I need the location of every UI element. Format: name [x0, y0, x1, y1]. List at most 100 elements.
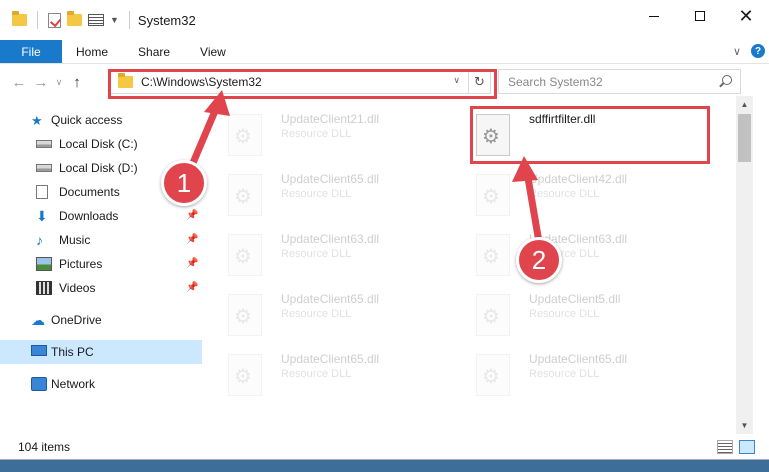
address-bar-highlight [108, 69, 497, 99]
file-item[interactable]: UpdateClient5.dll Resource DLL [466, 286, 706, 342]
tab-view[interactable]: View [185, 40, 241, 63]
vertical-scrollbar[interactable]: ▲ ▼ [736, 96, 753, 434]
pin-icon[interactable]: 📌 [186, 258, 198, 269]
sidebar-item-onedrive[interactable]: ☁ OneDrive [0, 308, 202, 332]
search-input[interactable]: Search System32 [498, 69, 741, 94]
toolbar-divider [128, 11, 130, 29]
pin-icon[interactable]: 📌 [186, 234, 198, 245]
maximize-button[interactable] [677, 0, 723, 32]
star-icon: ★ [31, 113, 43, 128]
forward-arrow-icon[interactable]: → [30, 74, 52, 91]
window-controls: ✕ [631, 0, 769, 32]
scroll-up-icon[interactable]: ▲ [736, 96, 753, 113]
file-item[interactable]: UpdateClient65.dll Resource DLL [218, 346, 458, 402]
file-type: Resource DLL [281, 368, 352, 380]
sidebar-item-network[interactable]: Network [0, 372, 202, 396]
scrollbar-thumb[interactable] [738, 114, 751, 162]
tab-file[interactable]: File [0, 40, 62, 63]
dll-file-icon [476, 234, 510, 276]
file-item[interactable]: UpdateClient65.dll Resource DLL [466, 346, 706, 402]
customize-toolbar-icon[interactable] [88, 14, 104, 26]
window-title: System32 [137, 12, 196, 28]
pin-icon[interactable]: 📌 [186, 282, 198, 293]
sidebar-item-label: This PC [51, 345, 94, 359]
toolbar-dropdown-icon[interactable]: ▼ [110, 15, 119, 25]
sidebar-item-label: Music [59, 233, 91, 247]
dll-file-icon [228, 354, 262, 396]
file-item[interactable]: UpdateClient21.dll Resource DLL [218, 106, 458, 162]
status-bar: 104 items [0, 436, 769, 458]
close-button[interactable]: ✕ [723, 0, 769, 32]
folder-icon [12, 11, 27, 26]
search-icon[interactable] [722, 75, 732, 85]
toolbar-divider [37, 11, 38, 29]
dll-file-icon [228, 114, 262, 156]
sidebar-item-videos[interactable]: Videos 📌 [0, 276, 202, 300]
file-name: UpdateClient65.dll [281, 292, 380, 306]
drive-icon [36, 140, 52, 148]
file-name: UpdateClient63.dll [281, 232, 380, 246]
computer-icon [31, 345, 47, 356]
view-switcher [717, 440, 755, 454]
file-item[interactable]: UpdateClient63.dll Resource DLL [218, 226, 458, 282]
file-name: UpdateClient65.dll [281, 352, 380, 366]
file-item[interactable]: UpdateClient42.dll Resource DLL [466, 166, 706, 222]
file-type: Resource DLL [281, 128, 352, 140]
dll-file-icon [476, 354, 510, 396]
minimize-icon [649, 15, 659, 17]
dll-file-icon [228, 294, 262, 336]
help-icon[interactable]: ? [751, 44, 765, 58]
music-icon: ♪ [36, 232, 43, 248]
recent-locations-icon[interactable]: ∨ [52, 77, 66, 88]
navigation-pane: ★ Quick access Local Disk (C:) Local Dis… [0, 104, 202, 430]
sidebar-item-downloads[interactable]: ⬇ Downloads 📌 [0, 204, 202, 228]
file-item[interactable]: UpdateClient65.dll Resource DLL [218, 166, 458, 222]
tab-home[interactable]: Home [62, 40, 123, 63]
back-arrow-icon[interactable]: ← [8, 74, 30, 91]
file-name: UpdateClient21.dll [281, 112, 380, 126]
file-type: Resource DLL [529, 308, 600, 320]
minimize-button[interactable] [631, 0, 677, 32]
sidebar-item-music[interactable]: ♪ Music 📌 [0, 228, 202, 252]
file-type: Resource DLL [529, 188, 600, 200]
pictures-icon [36, 257, 52, 271]
step-1-badge: 1 [161, 160, 207, 206]
sidebar-item-this-pc[interactable]: This PC [0, 340, 202, 364]
sidebar-item-label: Local Disk (D:) [59, 161, 138, 175]
sidebar-item-label: Videos [59, 281, 96, 295]
pin-icon[interactable]: 📌 [186, 210, 198, 221]
sidebar-item-quick-access[interactable]: ★ Quick access [0, 108, 202, 132]
properties-check-icon[interactable] [48, 12, 61, 28]
drive-icon [36, 164, 52, 172]
dll-file-icon [476, 174, 510, 216]
dll-file-icon [228, 174, 262, 216]
dll-file-icon [228, 234, 262, 276]
sidebar-item-label: Downloads [59, 209, 119, 223]
sidebar-item-pictures[interactable]: Pictures 📌 [0, 252, 202, 276]
sidebar-item-label: Network [51, 377, 96, 391]
expand-ribbon-icon[interactable]: ∨ [733, 45, 741, 58]
file-name: UpdateClient65.dll [529, 352, 628, 366]
file-item[interactable]: UpdateClient63.dll Resource DLL [466, 226, 706, 282]
tab-share[interactable]: Share [123, 40, 185, 63]
sidebar-item-local-disk-c[interactable]: Local Disk (C:) [0, 132, 202, 156]
large-icons-view-icon[interactable] [739, 440, 755, 454]
videos-icon [36, 281, 52, 295]
step-2-badge: 2 [516, 237, 562, 283]
file-type: Resource DLL [281, 308, 352, 320]
file-type: Resource DLL [281, 248, 352, 260]
file-item[interactable]: UpdateClient65.dll Resource DLL [218, 286, 458, 342]
network-icon [31, 377, 47, 391]
downloads-icon: ⬇ [36, 208, 48, 224]
up-arrow-icon[interactable]: ↑ [66, 74, 88, 91]
title-bar: ▼ System32 ✕ [0, 0, 769, 40]
item-count: 104 items [18, 440, 71, 454]
scroll-down-icon[interactable]: ▼ [736, 417, 753, 434]
search-placeholder: Search System32 [508, 74, 603, 89]
new-folder-icon[interactable] [67, 11, 82, 26]
file-name: UpdateClient5.dll [529, 292, 621, 306]
dll-file-icon [476, 294, 510, 336]
ribbon-right-controls: ∨ ? [733, 44, 765, 58]
details-view-icon[interactable] [717, 440, 733, 454]
sidebar-item-label: Local Disk (C:) [59, 137, 138, 151]
